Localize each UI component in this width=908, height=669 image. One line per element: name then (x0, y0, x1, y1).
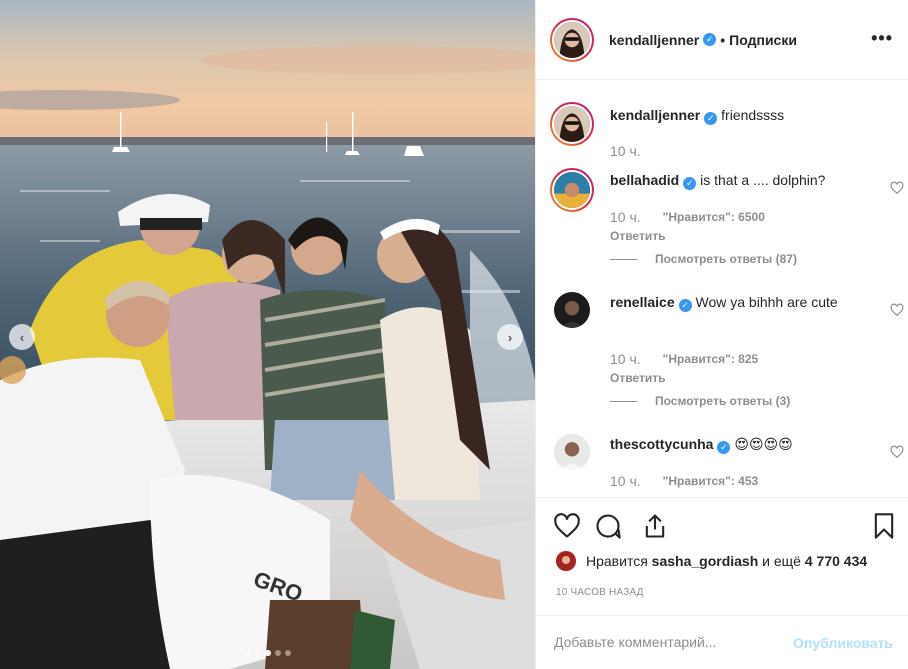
comment-item: thescottycunha ✓ 😍😍😍😍 10 ч. "Нравится": 4… (550, 432, 904, 497)
avatar-image (554, 21, 590, 58)
comment-likes-count[interactable]: "Нравится": 453 (663, 473, 759, 489)
share-icon[interactable] (641, 512, 669, 540)
carousel-dot-active (264, 650, 271, 656)
comment-username-link[interactable]: thescottycunha (610, 436, 713, 452)
comment-reply-button[interactable]: Ответить (610, 371, 665, 385)
post-side-panel: kendalljenner ✓ • Подписки ••• kendallje… (535, 0, 908, 669)
avatar-image (554, 106, 590, 142)
replies-divider-line (610, 258, 637, 260)
comment-likes-count[interactable]: "Нравится": 825 (663, 351, 759, 367)
post-header: kendalljenner ✓ • Подписки ••• (536, 0, 908, 80)
verified-badge-icon: ✓ (678, 299, 692, 312)
comment-like-heart-icon[interactable] (890, 445, 904, 459)
liked-by-user-link[interactable]: sasha_gordiash (652, 553, 759, 569)
comment-time[interactable]: 10 ч. (610, 473, 641, 489)
comment-text: thescottycunha ✓ 😍😍😍😍 (610, 434, 860, 455)
verified-badge-icon: ✓ (717, 441, 731, 454)
add-comment-bar: Опубликовать (536, 615, 908, 669)
verified-badge-icon: ✓ (703, 33, 717, 46)
post-photo[interactable]: GRO ‹ › (0, 0, 535, 669)
comment-like-heart-icon[interactable] (890, 303, 904, 317)
comment-username-link[interactable]: renellaice (610, 294, 675, 310)
post-image: GRO (0, 0, 535, 669)
liked-by-row: Нравится sasha_gordiash и ещё 4 770 434 (556, 551, 867, 571)
liked-by-middle: и ещё (762, 553, 801, 569)
avatar-image (554, 172, 590, 208)
comment-meta: 10 ч. "Нравится": 453 (610, 473, 758, 489)
comment-body: 😍😍😍😍 (734, 436, 793, 452)
view-replies-button[interactable]: Посмотреть ответы (3) (610, 394, 790, 408)
comment-likes-count[interactable]: "Нравится": 6500 (663, 209, 765, 225)
view-replies-button[interactable]: Посмотреть ответы (87) (610, 252, 797, 266)
comment-text: bellahadid ✓ is that a .... dolphin? (610, 170, 860, 191)
carousel-indicator (0, 650, 535, 656)
comment-item: renellaice ✓ Wow ya bihhh are cute 10 ч. … (550, 290, 904, 408)
caption-avatar[interactable] (550, 102, 594, 146)
caption-meta: 10 ч. (610, 143, 641, 159)
view-replies-label: Посмотреть ответы (3) (655, 394, 791, 408)
likes-count-link[interactable]: 4 770 434 (805, 553, 867, 569)
carousel-dot (274, 650, 281, 656)
comment-input[interactable] (554, 628, 774, 656)
following-button[interactable]: Подписки (729, 32, 797, 48)
caption-time[interactable]: 10 ч. (610, 143, 641, 159)
caption-body: friendssss (721, 107, 785, 123)
comment-time[interactable]: 10 ч. (610, 351, 641, 367)
avatar-image (556, 551, 576, 571)
comment-bubble-icon[interactable] (594, 512, 622, 540)
comment-item: bellahadid ✓ is that a .... dolphin? 10 ч… (550, 168, 904, 268)
comment-like-heart-icon[interactable] (890, 181, 904, 195)
chevron-left-icon: ‹ (19, 329, 25, 345)
carousel-dot (244, 650, 251, 656)
author-avatar[interactable] (550, 17, 594, 62)
comment-text: renellaice ✓ Wow ya bihhh are cute (610, 292, 860, 313)
comment-body: is that a .... dolphin? (700, 172, 826, 188)
verified-badge-icon: ✓ (704, 112, 718, 125)
chevron-right-icon: › (507, 329, 513, 345)
comment-meta: 10 ч. "Нравится": 825 (610, 351, 758, 367)
comment-avatar[interactable] (554, 434, 590, 470)
comments-list[interactable]: kendalljenner ✓ friendssss 10 ч. bellaha… (536, 80, 908, 497)
avatar-image (554, 434, 590, 470)
bookmark-icon[interactable] (870, 512, 898, 540)
view-replies-label: Посмотреть ответы (87) (655, 252, 797, 266)
comment-time[interactable]: 10 ч. (610, 209, 641, 225)
carousel-dot (254, 650, 261, 656)
like-heart-icon[interactable] (553, 512, 581, 540)
comment-avatar[interactable] (554, 292, 590, 328)
author-username-link[interactable]: kendalljenner (609, 32, 699, 48)
caption: kendalljenner ✓ friendssss 10 ч. (550, 102, 900, 172)
comment-reply-button[interactable]: Ответить (610, 229, 665, 243)
caption-username-link[interactable]: kendalljenner (610, 107, 700, 123)
more-options-icon[interactable]: ••• (871, 28, 893, 49)
publish-button[interactable]: Опубликовать (793, 635, 893, 651)
carousel-next-button[interactable]: › (497, 324, 523, 350)
instagram-post: GRO ‹ › kendalljenner ✓ • Подписки ••• k… (0, 0, 908, 669)
comment-meta: 10 ч. "Нравится": 6500 (610, 209, 765, 225)
comment-username-link[interactable]: bellahadid (610, 172, 679, 188)
carousel-prev-button[interactable]: ‹ (9, 324, 35, 350)
replies-divider-line (610, 400, 637, 402)
post-time-ago[interactable]: 10 ЧАСОВ НАЗАД (556, 587, 644, 598)
verified-badge-icon: ✓ (683, 177, 697, 190)
header-separator: • (720, 31, 726, 48)
comment-avatar[interactable] (550, 168, 594, 212)
liker-avatar[interactable] (556, 551, 576, 571)
post-actions: Нравится sasha_gordiash и ещё 4 770 434 … (536, 497, 908, 669)
liked-by-prefix: Нравится (586, 553, 648, 569)
avatar-image (554, 292, 590, 328)
carousel-dot (284, 650, 291, 656)
comment-body: Wow ya bihhh are cute (695, 294, 838, 310)
caption-text: kendalljenner ✓ friendssss (610, 105, 860, 126)
